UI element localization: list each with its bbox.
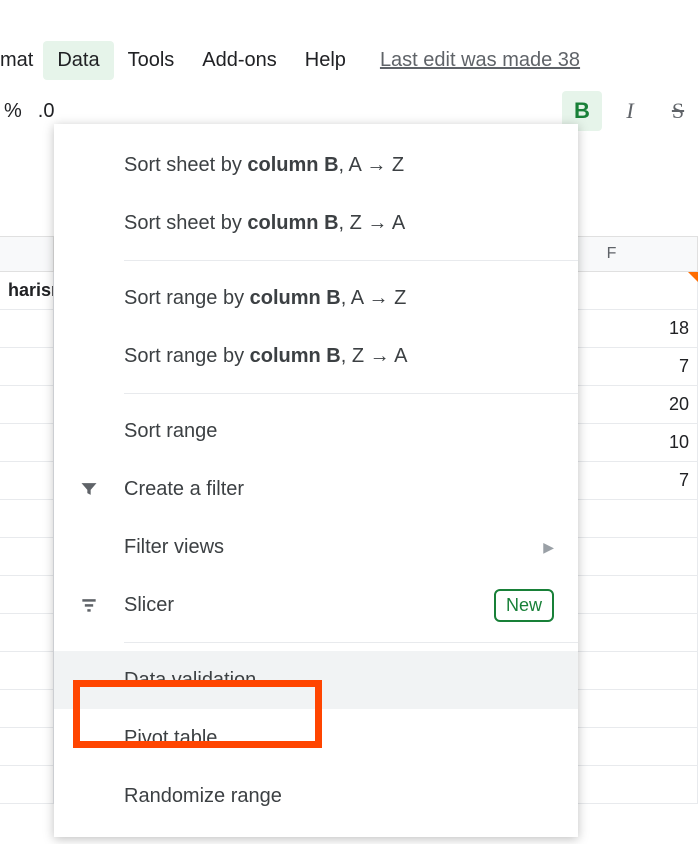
menu-create-filter[interactable]: Create a filter <box>54 460 578 518</box>
menu-label: Sort range by column B, Z → A <box>124 345 554 368</box>
toolbar-strike-button[interactable]: S <box>658 91 698 131</box>
menu-label: Randomize range <box>124 785 554 808</box>
menu-sort-sheet-az[interactable]: Sort sheet by column B, A → Z <box>54 136 578 194</box>
menu-divider <box>124 642 578 643</box>
menu-randomize-range[interactable]: Randomize range <box>54 767 578 825</box>
filter-icon <box>54 479 124 499</box>
last-edit-link[interactable]: Last edit was made 38 <box>380 49 580 72</box>
menu-divider <box>124 260 578 261</box>
menu-label: Sort range <box>124 420 554 443</box>
cell-note-indicator[interactable] <box>688 272 698 282</box>
new-badge: New <box>494 589 554 622</box>
menu-pivot-table[interactable]: Pivot table <box>54 709 578 767</box>
menu-label: Sort sheet by column B, A → Z <box>124 154 554 177</box>
menu-label: Slicer <box>124 594 494 617</box>
menu-divider <box>124 393 578 394</box>
menu-addons[interactable]: Add-ons <box>188 41 291 80</box>
menu-data-validation[interactable]: Data validation <box>54 651 578 709</box>
menu-tools[interactable]: Tools <box>114 41 189 80</box>
menu-slicer[interactable]: Slicer New <box>54 576 578 634</box>
menu-sort-range[interactable]: Sort range <box>54 402 578 460</box>
menu-label: Data validation <box>124 669 554 692</box>
menu-bar: mat Data Tools Add-ons Help Last edit wa… <box>0 36 698 84</box>
menu-label: Pivot table <box>124 727 554 750</box>
menu-help[interactable]: Help <box>291 41 360 80</box>
toolbar-percent[interactable]: % <box>0 94 26 129</box>
data-menu-dropdown: Sort sheet by column B, A → Z Sort sheet… <box>54 124 578 837</box>
submenu-arrow-icon: ▶ <box>543 539 554 556</box>
menu-label: Filter views <box>124 536 543 559</box>
menu-label: Create a filter <box>124 478 554 501</box>
slicer-icon <box>54 595 124 615</box>
menu-format-fragment[interactable]: mat <box>0 41 43 80</box>
menu-data[interactable]: Data <box>43 41 113 80</box>
cell-a1-fragment[interactable]: harism <box>0 272 54 309</box>
menu-label: Sort sheet by column B, Z → A <box>124 212 554 235</box>
menu-sort-sheet-za[interactable]: Sort sheet by column B, Z → A <box>54 194 578 252</box>
col-header-a-fragment[interactable] <box>0 237 54 271</box>
toolbar-italic-button[interactable]: I <box>610 91 650 131</box>
menu-sort-range-az[interactable]: Sort range by column B, A → Z <box>54 269 578 327</box>
menu-label: Sort range by column B, A → Z <box>124 287 554 310</box>
menu-sort-range-za[interactable]: Sort range by column B, Z → A <box>54 327 578 385</box>
menu-filter-views[interactable]: Filter views ▶ <box>54 518 578 576</box>
